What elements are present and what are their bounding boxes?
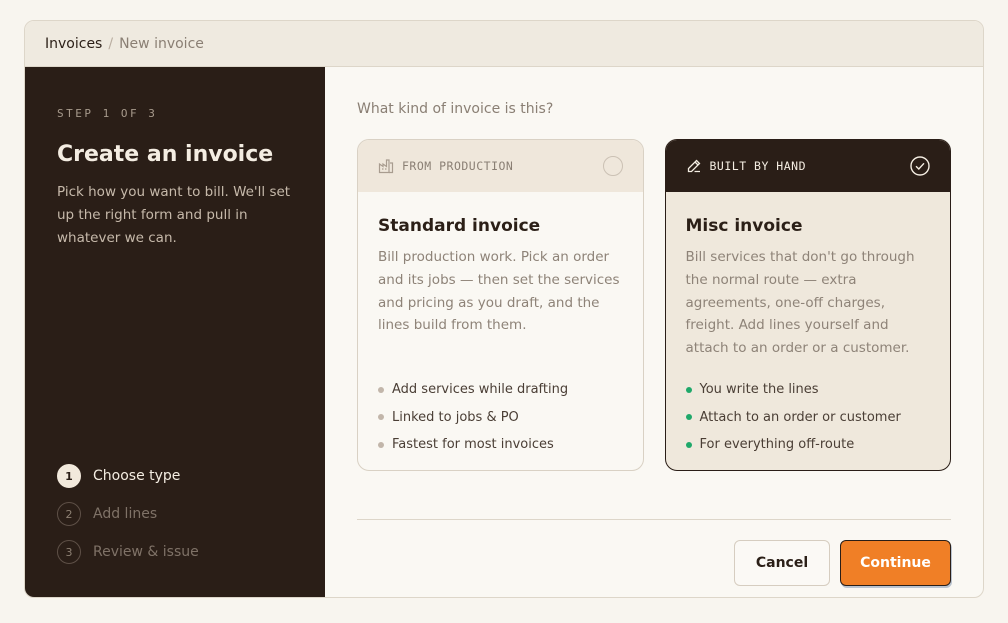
step-kicker: STEP 1 OF 3 bbox=[57, 107, 158, 120]
bullet-dot bbox=[378, 386, 384, 393]
list-item-text: For everything off-route bbox=[699, 437, 855, 453]
step-review-issue: 3 Review & issue bbox=[57, 533, 199, 571]
pencil-icon bbox=[687, 159, 700, 173]
step-number: 1 bbox=[57, 464, 81, 488]
bullet-dot bbox=[378, 414, 384, 421]
sidebar-title: Create an invoice bbox=[57, 142, 274, 167]
card-tag: FROM PRODUCTION bbox=[402, 159, 514, 173]
list-item-text: Linked to jobs & PO bbox=[392, 409, 519, 425]
breadcrumb-separator: / bbox=[108, 35, 114, 52]
continue-button[interactable]: Continue bbox=[840, 540, 951, 586]
step-label: Review & issue bbox=[93, 544, 199, 560]
list-item-text: Add services while drafting bbox=[392, 382, 569, 398]
sidebar-description: Pick how you want to bill. We'll set up … bbox=[57, 184, 291, 246]
radio-unselected[interactable] bbox=[602, 156, 623, 176]
cancel-button[interactable]: Cancel bbox=[734, 540, 830, 586]
divider bbox=[357, 519, 951, 520]
list-item: Fastest for most invoices bbox=[378, 431, 568, 459]
step-number: 3 bbox=[57, 540, 81, 564]
card-description: Bill production work. Pick an order and … bbox=[378, 249, 620, 334]
main-panel: What kind of invoice is this? FROM PRODU… bbox=[325, 67, 983, 597]
list-item: For everything off-route bbox=[685, 431, 901, 459]
invoice-type-options: FROM PRODUCTION Standard invoice Bill pr… bbox=[357, 139, 951, 471]
step-choose-type: 1 Choose type bbox=[57, 457, 199, 495]
card-tag: BUILT BY HAND bbox=[709, 159, 807, 173]
step-list: 1 Choose type 2 Add lines 3 Review & iss… bbox=[57, 457, 199, 571]
step-number: 2 bbox=[57, 502, 81, 526]
action-bar: Cancel Continue bbox=[734, 540, 951, 586]
dialog-frame: Invoices / New invoice STEP 1 OF 3 Creat… bbox=[24, 20, 984, 598]
list-item: Attach to an order or customer bbox=[685, 404, 901, 432]
card-description: Bill services that don't go through the … bbox=[685, 249, 915, 357]
feature-list: You write the lines Attach to an order o… bbox=[685, 376, 901, 459]
step-label: Choose type bbox=[93, 468, 181, 484]
bullet-dot bbox=[685, 386, 692, 393]
list-item: You write the lines bbox=[685, 376, 901, 404]
bullet-dot bbox=[685, 414, 692, 421]
check-circle-icon[interactable] bbox=[910, 156, 930, 176]
standard-invoice-card[interactable]: FROM PRODUCTION Standard invoice Bill pr… bbox=[357, 139, 644, 471]
bullet-dot bbox=[378, 441, 384, 448]
list-item-text: You write the lines bbox=[699, 382, 819, 398]
misc-invoice-card[interactable]: BUILT BY HAND Misc invoice Bill services… bbox=[664, 139, 951, 471]
card-title: Standard invoice bbox=[378, 216, 541, 236]
breadcrumb-invoices-link[interactable]: Invoices bbox=[45, 36, 102, 52]
card-header: FROM PRODUCTION bbox=[358, 140, 643, 192]
bullet-dot bbox=[685, 441, 692, 448]
card-header: BUILT BY HAND bbox=[665, 140, 950, 192]
list-item: Linked to jobs & PO bbox=[378, 404, 568, 432]
list-item-text: Attach to an order or customer bbox=[699, 409, 901, 425]
wizard-sidebar: STEP 1 OF 3 Create an invoice Pick how y… bbox=[25, 67, 325, 597]
list-item: Add services while drafting bbox=[378, 376, 568, 404]
step-add-lines: 2 Add lines bbox=[57, 495, 199, 533]
factory-icon bbox=[378, 159, 394, 174]
feature-list: Add services while drafting Linked to jo… bbox=[378, 376, 568, 459]
question-text: What kind of invoice is this? bbox=[357, 101, 554, 117]
breadcrumb: Invoices / New invoice bbox=[25, 21, 983, 67]
list-item-text: Fastest for most invoices bbox=[392, 437, 554, 453]
step-label: Add lines bbox=[93, 506, 158, 522]
breadcrumb-current: New invoice bbox=[119, 35, 204, 52]
card-title: Misc invoice bbox=[685, 216, 803, 236]
